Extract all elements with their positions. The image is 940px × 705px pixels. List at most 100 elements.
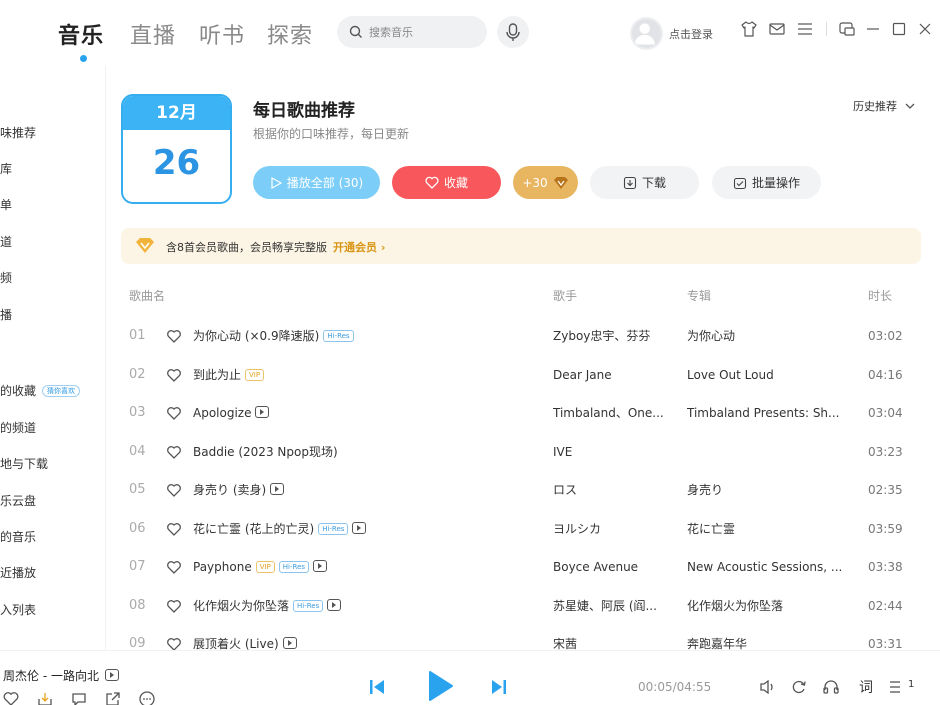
artist-name[interactable]: Zyboy忠宇、芬芬 — [553, 317, 673, 355]
sidebar-item-podcast[interactable]: 播 — [0, 306, 12, 323]
album-name[interactable]: New Acoustic Sessions, ... — [687, 548, 851, 586]
artist-name[interactable]: ヨルシカ — [553, 510, 673, 548]
playlist-queue-icon[interactable] — [888, 678, 906, 696]
table-row[interactable]: 06 花に亡霊 (花上的亡灵) Hi-Res ヨルシカ 花に亡霊 03:59 — [121, 510, 921, 548]
history-recommend-dropdown[interactable]: 历史推荐 — [853, 98, 915, 114]
more-icon[interactable] — [138, 690, 156, 705]
tab-live[interactable]: 直播 — [130, 18, 176, 50]
heart-icon[interactable] — [166, 598, 182, 614]
sidebar-item-favorites[interactable]: 的收藏 猜你喜欢 — [0, 382, 81, 399]
search-box[interactable] — [337, 16, 487, 48]
mv-icon[interactable] — [270, 483, 285, 495]
album-name[interactable]: 化作烟火为你坠落 — [687, 587, 851, 625]
lyrics-button[interactable]: 词 — [859, 677, 873, 697]
open-vip-link[interactable]: 开通会员 › — [333, 241, 385, 254]
login-link[interactable]: 点击登录 — [669, 26, 713, 42]
heart-icon[interactable] — [2, 690, 20, 705]
heart-icon[interactable] — [166, 367, 182, 383]
sidebar-item-my-channel[interactable]: 的频道 — [0, 419, 36, 436]
favorite-button[interactable]: 收藏 — [392, 166, 501, 199]
mini-mode-icon[interactable] — [838, 20, 856, 38]
sidebar-item-videos[interactable]: 频 — [0, 269, 12, 286]
song-title[interactable]: 身売り (卖身) — [193, 471, 285, 509]
maximize-icon[interactable] — [890, 20, 908, 38]
song-title[interactable]: Payphone VIP Hi-Res — [193, 548, 328, 586]
search-input[interactable] — [369, 22, 479, 42]
table-row[interactable]: 05 身売り (卖身) ロス 身売り 02:35 — [121, 471, 921, 509]
sound-effect-icon[interactable] — [758, 678, 776, 696]
voice-search-button[interactable] — [497, 16, 529, 48]
song-title[interactable]: 到此为止 VIP — [193, 356, 265, 394]
column-header-album[interactable]: 专辑 — [687, 287, 711, 304]
song-title[interactable]: 为你心动 (×0.9降速版) Hi-Res — [193, 317, 354, 355]
artist-name[interactable]: ロス — [553, 471, 673, 509]
song-title[interactable]: Apologize — [193, 394, 270, 432]
heart-icon[interactable] — [166, 328, 182, 344]
previous-track-icon[interactable] — [368, 678, 386, 696]
headphone-icon[interactable] — [822, 678, 840, 696]
mv-icon[interactable] — [352, 521, 367, 534]
close-icon[interactable] — [916, 20, 934, 38]
table-row[interactable]: 02 到此为止 VIP Dear Jane Love Out Loud 04:16 — [121, 356, 921, 394]
sidebar-item-cloud-disk[interactable]: 乐云盘 — [0, 492, 36, 509]
next-track-icon[interactable] — [490, 678, 508, 696]
tab-music[interactable]: 音乐 — [58, 18, 104, 50]
column-header-title[interactable]: 歌曲名 — [129, 287, 165, 304]
download-icon[interactable] — [36, 690, 54, 705]
heart-icon[interactable] — [166, 405, 182, 421]
minimize-icon[interactable] — [864, 20, 882, 38]
now-playing[interactable]: 周杰伦 - 一路向北 — [3, 667, 119, 684]
album-name[interactable]: Love Out Loud — [687, 356, 851, 394]
song-title[interactable]: Baddie (2023 Npop现场) — [193, 433, 338, 471]
heart-icon[interactable] — [166, 521, 182, 537]
album-name[interactable]: 花に亡霊 — [687, 510, 851, 548]
artist-name[interactable]: Dear Jane — [553, 356, 673, 394]
mv-icon[interactable] — [104, 669, 119, 681]
album-name[interactable]: 身売り — [687, 471, 851, 509]
artist-name[interactable]: 苏星婕、阿辰 (阎... — [553, 587, 673, 625]
plus-vip-button[interactable]: +30 — [513, 166, 578, 199]
song-title[interactable]: 化作烟火为你坠落 Hi-Res — [193, 587, 342, 625]
sidebar-item-channels[interactable]: 道 — [0, 233, 12, 250]
play-all-button[interactable]: 播放全部 (30) — [253, 166, 380, 199]
mv-icon[interactable] — [282, 637, 297, 649]
skin-icon[interactable] — [740, 20, 758, 38]
mv-icon[interactable] — [327, 598, 342, 611]
column-header-duration[interactable]: 时长 — [868, 287, 892, 304]
sidebar-item-purchased-music[interactable]: 的音乐 — [0, 528, 36, 545]
artist-name[interactable]: IVE — [553, 433, 673, 471]
song-title[interactable]: 花に亡霊 (花上的亡灵) Hi-Res — [193, 510, 367, 548]
sidebar-item-recent[interactable]: 近播放 — [0, 564, 36, 581]
album-name[interactable]: Timbaland Presents: Sh... — [687, 394, 851, 432]
sidebar-item-local-downloads[interactable]: 地与下载 — [0, 455, 48, 472]
table-row[interactable]: 01 为你心动 (×0.9降速版) Hi-Res Zyboy忠宇、芬芬 为你心动 03:0… — [121, 317, 921, 355]
play-icon[interactable] — [425, 669, 455, 703]
comment-icon[interactable] — [70, 690, 88, 705]
heart-icon[interactable] — [166, 444, 182, 460]
sidebar-item-playlists[interactable]: 单 — [0, 196, 12, 213]
table-row[interactable]: 07 Payphone VIP Hi-Res Boyce Avenue New Acous… — [121, 548, 921, 586]
tab-audiobook[interactable]: 听书 — [199, 18, 245, 50]
share-icon[interactable] — [104, 690, 122, 705]
heart-icon[interactable] — [166, 559, 182, 575]
sidebar-item-library[interactable]: 库 — [0, 160, 12, 177]
artist-name[interactable]: Timbaland、One... — [553, 394, 673, 432]
artist-name[interactable]: Boyce Avenue — [553, 548, 673, 586]
mail-icon[interactable] — [768, 20, 786, 38]
download-button[interactable]: 下载 — [590, 166, 699, 199]
mv-icon[interactable] — [255, 406, 270, 418]
loop-icon[interactable] — [790, 678, 808, 696]
tab-explore[interactable]: 探索 — [267, 18, 313, 50]
menu-icon[interactable] — [796, 20, 814, 38]
sidebar-item-imported-lists[interactable]: 入列表 — [0, 601, 36, 618]
avatar[interactable] — [630, 17, 663, 50]
table-row[interactable]: 08 化作烟火为你坠落 Hi-Res 苏星婕、阿辰 (阎... 化作烟火为你坠落 02:4… — [121, 587, 921, 625]
table-row[interactable]: 04 Baddie (2023 Npop现场) IVE 03:23 — [121, 433, 921, 471]
sidebar-item-taste-recommend[interactable]: 味推荐 — [0, 124, 36, 141]
table-row[interactable]: 03 Apologize Timbaland、One... Timbaland Pre… — [121, 394, 921, 432]
batch-operation-button[interactable]: 批量操作 — [712, 166, 821, 199]
mv-icon[interactable] — [313, 560, 328, 572]
album-name[interactable]: 为你心动 — [687, 317, 851, 355]
column-header-artist[interactable]: 歌手 — [553, 287, 577, 304]
heart-icon[interactable] — [166, 482, 182, 498]
